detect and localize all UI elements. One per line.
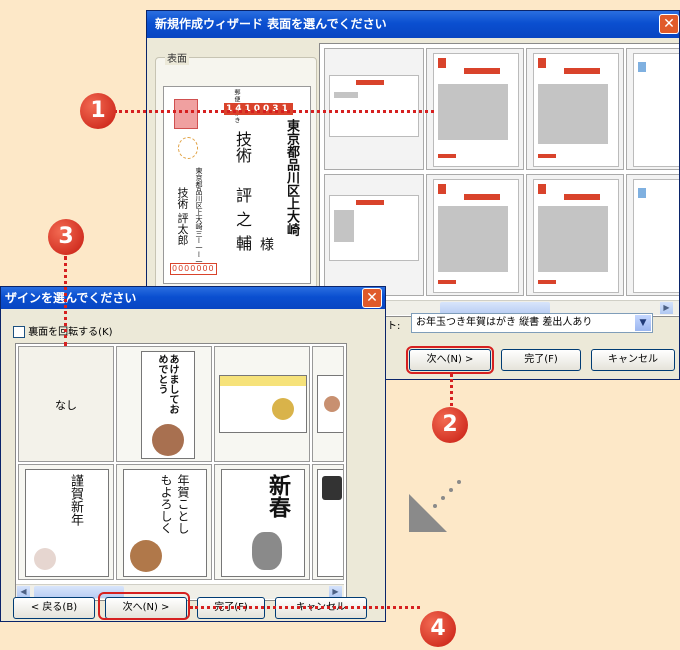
monkey-illustration — [152, 424, 184, 456]
rotate-checkbox-row[interactable]: 裏面を回転する(K) — [13, 323, 113, 338]
design-text: 年賀ことしもよろしく — [159, 474, 190, 534]
front-group-label: 表面 — [165, 50, 189, 65]
next-button-highlight — [406, 346, 494, 374]
front-thumbnail[interactable] — [324, 174, 424, 296]
recipient-address: 東京都品川区上大崎 — [284, 119, 299, 236]
callout-2-line — [450, 374, 453, 406]
close-icon[interactable]: ✕ — [659, 14, 679, 34]
next-button-highlight — [98, 592, 190, 620]
callout-4-line — [190, 606, 420, 609]
honorific: 様 — [258, 237, 274, 251]
dropdown-arrow-icon[interactable]: ▼ — [635, 315, 651, 331]
design-title: ザインを選んでください — [5, 291, 137, 305]
postmark-icon — [178, 137, 198, 159]
callout-2: 2 — [432, 407, 468, 443]
stamp-icon — [174, 99, 198, 129]
rotate-checkbox-label: 裏面を回転する(K) — [28, 327, 113, 338]
wizard-title: 新規作成ウィザード 表面を選んでください — [155, 17, 387, 31]
design-text: 新春 — [265, 474, 291, 518]
design-titlebar[interactable]: ザインを選んでください ✕ — [1, 287, 385, 309]
design-grid: なし あけましておめでとう 謹賀新年 年賀ことしもよろしく 新春 ◀ ▶ — [15, 343, 347, 601]
diagonal-arrow-icon — [409, 480, 461, 532]
recipient-name-1: 技術 — [233, 131, 252, 163]
design-text: あけましておめでとう — [156, 354, 178, 414]
front-thumbnail[interactable] — [626, 48, 679, 170]
close-icon[interactable]: ✕ — [362, 288, 382, 308]
wizard-cancel-button[interactable]: キャンセル — [591, 349, 675, 371]
design-text: 謹賀新年 — [68, 474, 83, 526]
design-cell[interactable]: 新春 — [214, 464, 310, 580]
recipient-name-2: 評之輔 — [233, 187, 252, 259]
design-cell[interactable] — [312, 346, 344, 462]
design-window: ザインを選んでください ✕ 裏面を回転する(K) なし あけましておめでとう 謹… — [0, 286, 386, 622]
front-thumbnail[interactable] — [426, 174, 524, 296]
design-cell[interactable] — [312, 464, 344, 580]
callout-1-line — [114, 110, 434, 113]
postcard-preview: 郵便はがき 1410031 東京都品川区上大崎 技術 評之輔 様 東京都品川区上… — [163, 86, 311, 284]
front-thumbnail[interactable] — [626, 174, 679, 296]
front-thumbnail-grid: ▶ — [319, 43, 679, 317]
front-thumbnail[interactable] — [526, 174, 624, 296]
checkbox-icon[interactable] — [13, 326, 25, 338]
design-cell[interactable]: 謹賀新年 — [18, 464, 114, 580]
wizard-titlebar[interactable]: 新規作成ウィザード 表面を選んでください ✕ — [147, 11, 679, 38]
callout-1: 1 — [80, 93, 116, 129]
design-cell[interactable]: あけましておめでとう — [116, 346, 212, 462]
wizard-finish-button[interactable]: 完了(F) — [501, 349, 581, 371]
front-thumbnail[interactable] — [324, 48, 424, 170]
design-cell[interactable]: 年賀ことしもよろしく — [116, 464, 212, 580]
front-thumbnail[interactable] — [426, 48, 524, 170]
front-thumbnail[interactable] — [526, 48, 624, 170]
design-cell[interactable] — [214, 346, 310, 462]
design-back-button[interactable]: < 戻る(B) — [13, 597, 95, 619]
sender-code: 0000000 — [170, 263, 217, 275]
sender-address: 東京都品川区上大崎三ー一ー一 — [195, 167, 203, 265]
monkey-illustration — [272, 398, 294, 420]
design-none-cell[interactable]: なし — [18, 346, 114, 462]
scroll-right-icon[interactable]: ▶ — [660, 302, 673, 314]
layout-select[interactable]: お年玉つき年賀はがき 縦書 差出人あり ▼ — [411, 313, 653, 333]
callout-3: 3 — [48, 219, 84, 255]
callout-4: 4 — [420, 611, 456, 647]
none-label: なし — [55, 399, 77, 412]
sender-name: 技術 評太郎 — [176, 187, 189, 246]
layout-select-value: お年玉つき年賀はがき 縦書 差出人あり — [416, 317, 593, 328]
callout-3-line — [64, 256, 67, 346]
postal-code: 1410031 — [224, 103, 293, 115]
